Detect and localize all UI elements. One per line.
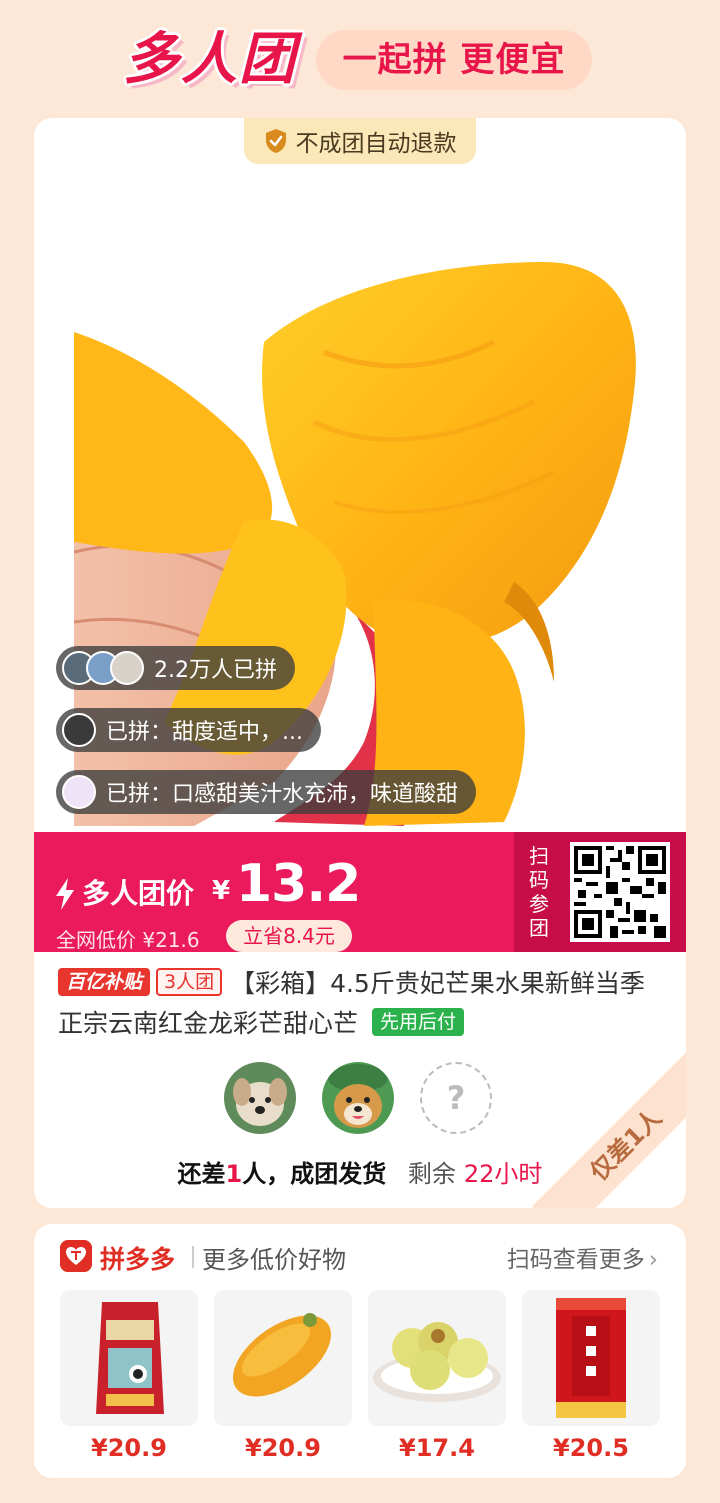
- slogan-pill: 一起拼 更便宜: [316, 30, 592, 90]
- header: 多人团 一起拼 更便宜: [0, 0, 720, 120]
- member-avatar-shiba: [322, 1062, 394, 1134]
- review-pill: 已拼：甜度适中，...: [56, 708, 321, 752]
- product-price: ¥20.5: [553, 1434, 629, 1462]
- dog-avatar-image: [224, 1062, 296, 1134]
- scan-to-join-label: 扫码参团: [529, 844, 549, 940]
- refund-badge-text: 不成团自动退款: [295, 131, 457, 157]
- need-count: 1: [225, 1160, 243, 1188]
- review-text: 已拼：口感甜美汁水充沛，味道酸甜: [106, 782, 459, 807]
- divider: [192, 1246, 194, 1268]
- empty-member-slot[interactable]: ?: [420, 1062, 492, 1134]
- remain-time: 22小时: [463, 1160, 543, 1188]
- subsidy-tag: 百亿补贴: [58, 968, 151, 996]
- group-size-tag: 3人团: [156, 968, 223, 996]
- chevron-right-icon: ›: [648, 1247, 658, 1273]
- avatar: [62, 713, 96, 747]
- review-text: 已拼：甜度适中，...: [106, 720, 303, 745]
- scan-to-join-panel[interactable]: 扫码参团: [514, 832, 686, 952]
- product-tile[interactable]: [522, 1290, 660, 1426]
- joined-count-pill: 2.2万人已拼: [56, 646, 295, 690]
- product-title[interactable]: 百亿补贴 3人团 【彩箱】4.5斤贵妃芒果水果新鲜当季正宗云南红金龙彩芒甜心芒 先…: [58, 964, 662, 1044]
- product-price: ¥20.9: [91, 1434, 167, 1462]
- remain-label: 剩余: [407, 1160, 456, 1188]
- group-members: ?: [224, 1062, 504, 1138]
- fruit-plate-image: [368, 1290, 506, 1426]
- bolt-icon: [56, 878, 74, 910]
- more-products-card: 拼多多 更多低价好物 扫码查看更多 › ¥20.9 ¥20.9 ¥17.4 ¥2…: [34, 1224, 686, 1478]
- price-value: 13.2: [236, 854, 361, 914]
- need-prefix: 还差: [177, 1160, 226, 1188]
- product-tile[interactable]: [368, 1290, 506, 1426]
- red-rice-bag-image: [522, 1290, 660, 1426]
- product-tile[interactable]: [214, 1290, 352, 1426]
- lowest-price: 全网低价 ¥21.6: [56, 928, 200, 952]
- mango-image: [214, 1290, 352, 1426]
- duorentuan-logo: 多人团: [123, 27, 297, 92]
- refund-badge: 不成团自动退款: [244, 118, 476, 164]
- need-suffix: 人，成团发货: [242, 1160, 387, 1188]
- more-products-title: 更多低价好物: [202, 1246, 346, 1274]
- product-price: ¥17.4: [399, 1434, 475, 1462]
- pinduoduo-brand: 拼多多: [100, 1245, 176, 1274]
- shield-check-icon: [265, 129, 286, 153]
- rice-bag-image: [60, 1290, 198, 1426]
- avatar: [110, 651, 144, 685]
- review-pill: 已拼：口感甜美汁水充沛，味道酸甜: [56, 770, 477, 814]
- price-bar: 多人团价 ¥ 13.2 全网低价 ¥21.6 立省8.4元 扫码参团: [34, 832, 686, 952]
- product-card[interactable]: 不成团自动退款 2.2万人已拼 已拼：甜度适中，... 已拼：口感甜美汁水充沛，…: [34, 118, 686, 1208]
- member-avatar-dog: [224, 1062, 296, 1134]
- product-tile[interactable]: [60, 1290, 198, 1426]
- qr-code-icon: [574, 846, 666, 938]
- scan-more-text: 扫码查看更多: [506, 1247, 645, 1273]
- shiba-avatar-image: [322, 1062, 394, 1134]
- pay-later-tag: 先用后付: [371, 1008, 464, 1036]
- product-price: ¥20.9: [245, 1434, 321, 1462]
- joined-avatars: [62, 651, 144, 685]
- joined-count-text: 2.2万人已拼: [154, 658, 277, 683]
- price-currency: ¥: [212, 876, 231, 906]
- scan-more-link[interactable]: 扫码查看更多 ›: [507, 1240, 658, 1274]
- product-tiles: ¥20.9 ¥20.9 ¥17.4 ¥20.5: [60, 1290, 660, 1462]
- price-label: 多人团价: [82, 877, 195, 910]
- save-badge: 立省8.4元: [226, 920, 352, 952]
- avatar: [62, 775, 96, 809]
- pinduoduo-logo-icon: [60, 1240, 92, 1272]
- qr-code[interactable]: [570, 842, 670, 942]
